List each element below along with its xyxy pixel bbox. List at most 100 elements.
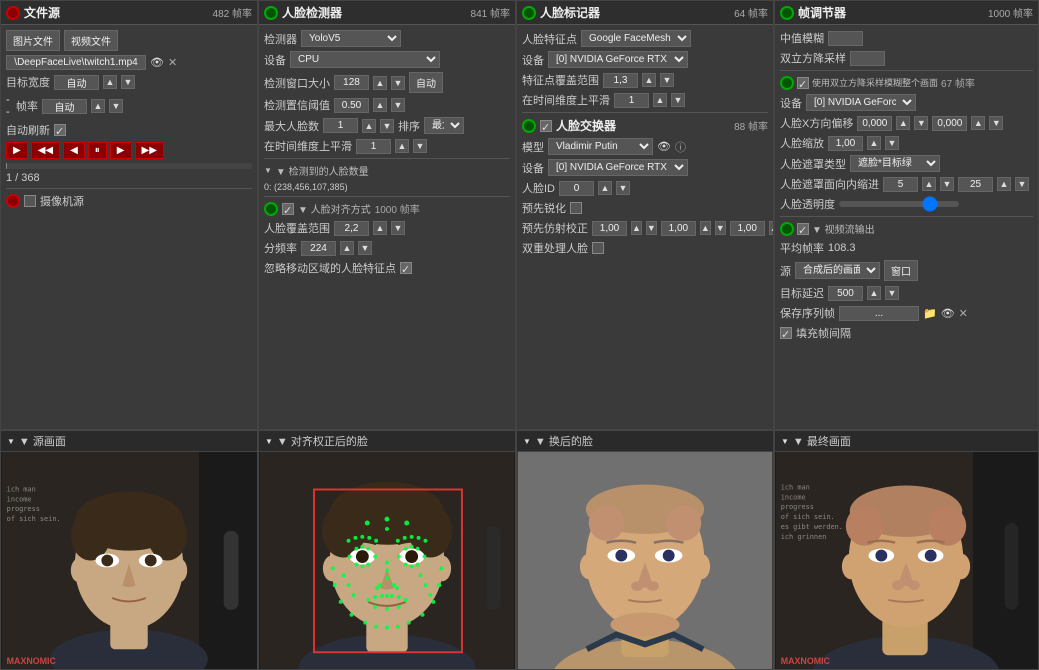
subsec-power[interactable]	[780, 76, 794, 90]
sw-device-select[interactable]: [0] NVIDIA GeForce RTX	[548, 159, 688, 176]
coverage-spin-up[interactable]: ▲	[373, 221, 387, 235]
camera-power[interactable]	[6, 194, 20, 208]
model-eye-icon[interactable]: 👁	[657, 140, 671, 153]
sc-spin-up[interactable]: ▲	[867, 136, 881, 150]
blur-input[interactable]	[958, 177, 993, 192]
forward-btn[interactable]: ▶	[110, 142, 132, 159]
sy-spin-up[interactable]: ▲	[971, 116, 985, 130]
smooth-input[interactable]	[356, 139, 391, 154]
stream-power[interactable]	[780, 222, 794, 236]
fps-spin-up[interactable]: ▲	[91, 99, 105, 113]
save-input[interactable]	[839, 306, 919, 321]
threshold-spin-up[interactable]: ▲	[373, 98, 387, 112]
target-width-spin-up[interactable]: ▲	[103, 75, 117, 89]
dl-spin-down[interactable]: ▼	[885, 286, 899, 300]
max-spin-up[interactable]: ▲	[362, 119, 376, 133]
fa-device-select[interactable]: [0] NVIDIA GeForce	[806, 94, 916, 111]
source-select[interactable]: 合成后的画面	[795, 262, 880, 279]
landmark-select[interactable]: Google FaceMesh	[581, 30, 691, 47]
double-check[interactable]	[592, 242, 604, 254]
auto-reload-checkbox[interactable]: ✓	[54, 124, 66, 136]
scale-input[interactable]	[828, 136, 863, 151]
device-select[interactable]: CPU	[290, 51, 440, 68]
smooth-spin-up[interactable]: ▲	[395, 139, 409, 153]
camera-checkbox[interactable]	[24, 195, 36, 207]
fid-spin-up[interactable]: ▲	[598, 181, 612, 195]
opacity-slider[interactable]	[839, 201, 959, 207]
fm-smooth-down[interactable]: ▼	[671, 93, 685, 107]
morph-x-input[interactable]	[592, 221, 627, 236]
fps-spin-down[interactable]: ▼	[109, 99, 123, 113]
next-btn[interactable]: ▶▶	[135, 142, 164, 159]
sub-spin-down[interactable]: ▼	[358, 241, 372, 255]
fid-spin-down[interactable]: ▼	[616, 181, 630, 195]
sort-select[interactable]: 最大	[424, 117, 464, 134]
fm-device-select[interactable]: [0] NVIDIA GeForce RTX 3	[548, 51, 688, 68]
close-icon[interactable]: ✕	[168, 56, 177, 69]
target-width-input[interactable]	[54, 75, 99, 90]
tab-image-files[interactable]: 图片文件	[6, 30, 60, 51]
smooth-spin-down[interactable]: ▼	[413, 139, 427, 153]
fill-check[interactable]: ✓	[780, 327, 792, 339]
mz-spin-up[interactable]: ▲	[769, 221, 773, 235]
auto-btn[interactable]: 自动	[409, 72, 443, 93]
face-id-input[interactable]	[559, 181, 594, 196]
play-btn[interactable]: ▶	[6, 142, 28, 159]
shift-y-input[interactable]	[932, 116, 967, 131]
morph-z-input[interactable]	[730, 221, 765, 236]
threshold-input[interactable]	[334, 98, 369, 113]
my-spin-up[interactable]: ▲	[700, 221, 711, 235]
ignore-checkbox[interactable]: ✓	[400, 262, 412, 274]
file-path-input[interactable]	[6, 55, 146, 70]
my-spin-down[interactable]: ▼	[715, 221, 726, 235]
save-eye-icon[interactable]: 👁	[941, 307, 955, 320]
save-close-icon[interactable]: ✕	[959, 307, 968, 320]
file-source-power[interactable]	[6, 6, 20, 20]
face-marker-power[interactable]	[522, 6, 536, 20]
progress-bar[interactable]	[6, 163, 252, 169]
bl-spin-up[interactable]: ▲	[997, 177, 1011, 191]
subsample-input[interactable]	[301, 241, 336, 256]
threshold-spin-down[interactable]: ▼	[391, 98, 405, 112]
sx-spin-up[interactable]: ▲	[896, 116, 910, 130]
face-detector-power[interactable]	[264, 6, 278, 20]
bilateral-input[interactable]	[850, 51, 885, 66]
output-btn[interactable]: 窗口	[884, 260, 918, 281]
fm-coverage-input[interactable]	[603, 73, 638, 88]
prev-btn[interactable]: ◀◀	[31, 142, 60, 159]
model-select[interactable]: Vladimir Putin	[548, 138, 653, 155]
fm-cov-spin-down[interactable]: ▼	[660, 73, 674, 87]
window-size-input[interactable]	[334, 75, 369, 90]
shift-x-input[interactable]	[857, 116, 892, 131]
rewind-btn[interactable]: ◀	[63, 142, 85, 159]
fps-input[interactable]	[42, 99, 87, 114]
in-spin-down[interactable]: ▼	[940, 177, 954, 191]
swapper-power[interactable]	[522, 119, 536, 133]
inside-input[interactable]	[883, 177, 918, 192]
subsec-check[interactable]: ✓	[797, 77, 809, 89]
sy-spin-down[interactable]: ▼	[989, 116, 1003, 130]
mx-spin-down[interactable]: ▼	[646, 221, 657, 235]
max-faces-input[interactable]	[323, 118, 358, 133]
coverage-spin-down[interactable]: ▼	[391, 221, 405, 235]
fm-cov-spin-up[interactable]: ▲	[642, 73, 656, 87]
sc-spin-down[interactable]: ▼	[885, 136, 899, 150]
coverage-input[interactable]	[334, 221, 369, 236]
window-spin-up[interactable]: ▲	[373, 76, 387, 90]
fm-smooth-up[interactable]: ▲	[653, 93, 667, 107]
mx-spin-up[interactable]: ▲	[631, 221, 642, 235]
frame-adj-power[interactable]	[780, 6, 794, 20]
swapper-checkbox[interactable]: ✓	[540, 120, 552, 132]
align-power[interactable]	[264, 202, 278, 216]
morph-y-input[interactable]	[661, 221, 696, 236]
model-info-icon[interactable]: ⓘ	[675, 139, 686, 155]
dl-spin-up[interactable]: ▲	[867, 286, 881, 300]
delay-input[interactable]	[828, 286, 863, 301]
in-spin-up[interactable]: ▲	[922, 177, 936, 191]
detector-select[interactable]: YoloV5	[301, 30, 401, 47]
window-spin-down[interactable]: ▼	[391, 76, 405, 90]
pause-btn[interactable]: ⏸	[88, 142, 107, 159]
sx-spin-down[interactable]: ▼	[914, 116, 928, 130]
stream-check[interactable]: ✓	[797, 223, 809, 235]
pre-sharpen-check[interactable]	[570, 202, 582, 214]
